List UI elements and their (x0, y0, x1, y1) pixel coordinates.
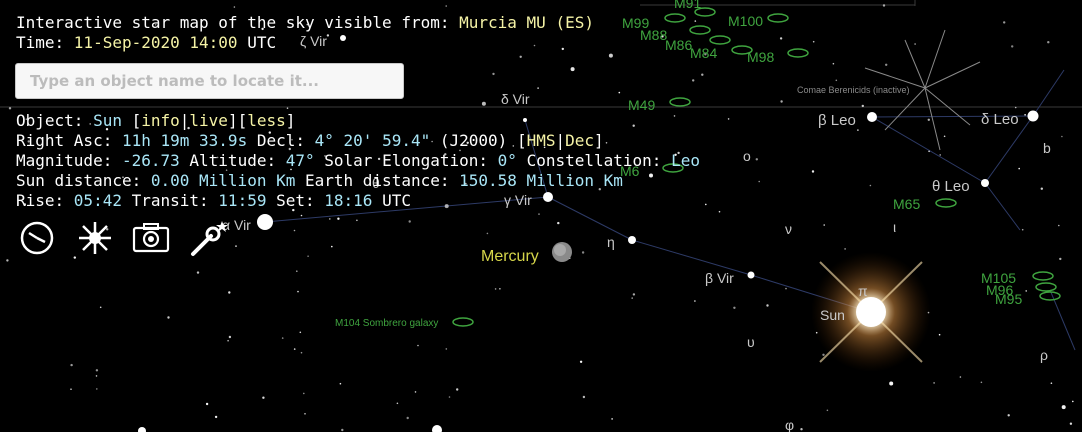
magnitude-label: Magnitude: (16, 151, 122, 170)
transit-value: 11:59 (218, 191, 267, 210)
settings-button[interactable] (187, 218, 229, 258)
set-label: Set: (266, 191, 325, 210)
decl-value: 4° 20' 59.4" (314, 131, 431, 150)
info-panel: Interactive star map of the sky visible … (0, 0, 1082, 432)
elongation-value: 0° (497, 151, 517, 170)
time-line: Time: 11-Sep-2020 14:00 UTC (16, 33, 276, 53)
magnitude-value: -26.73 (121, 151, 180, 170)
earth-distance-value: 150.58 Million Km (459, 171, 623, 190)
sun-distance-value: 0.00 Million Km (150, 171, 296, 190)
constellation-value: Leo (671, 151, 700, 170)
earth-distance-label: Earth distance: (295, 171, 460, 190)
object-name: Sun (93, 111, 122, 130)
clock-button[interactable] (16, 218, 58, 258)
object-label: Object: (16, 111, 94, 130)
rise-value: 05:42 (73, 191, 122, 210)
magnitude-line: Magnitude: -26.73 Altitude: 47° Solar El… (16, 151, 700, 171)
search-input[interactable] (15, 63, 404, 99)
title-text: Interactive star map of the sky visible … (16, 13, 460, 32)
altitude-value: 47° (285, 151, 315, 170)
less-link[interactable]: less (247, 111, 286, 130)
ra-label: Right Asc: (16, 131, 122, 150)
utc-label: UTC (372, 191, 411, 210)
hms-link[interactable]: HMS (527, 131, 556, 150)
set-value: 18:16 (324, 191, 373, 210)
sun-distance-label: Sun distance: (16, 171, 151, 190)
sky-options-button[interactable] (74, 218, 116, 258)
time-zone: UTC (237, 33, 277, 52)
time-link[interactable]: 11-Sep-2020 14:00 (74, 33, 238, 52)
decl-label: Decl: (247, 131, 315, 150)
title-line: Interactive star map of the sky visible … (16, 13, 594, 33)
altitude-label: Altitude: (179, 151, 286, 170)
camera-icon (132, 223, 170, 253)
ra-value: 11h 19m 33.9s (121, 131, 248, 150)
dec-link[interactable]: Dec (565, 131, 594, 150)
settings-wrench-icon (191, 221, 228, 256)
location-link[interactable]: Murcia MU (ES) (459, 13, 594, 32)
distance-line: Sun distance: 0.00 Million Km Earth dist… (16, 171, 623, 191)
coords-line: Right Asc: 11h 19m 33.9s Decl: 4° 20' 59… (16, 131, 604, 150)
constellation-label: Constellation: (516, 151, 672, 170)
object-line: Object: Sun [info|live][less] (16, 111, 296, 130)
rise-label: Rise: (16, 191, 74, 210)
elongation-label: Solar Elongation: (314, 151, 498, 170)
sun-burst-icon (79, 222, 111, 254)
screenshot-button[interactable] (130, 218, 172, 258)
epoch-label: (J2000) (430, 131, 517, 150)
live-link[interactable]: live (189, 111, 228, 130)
info-link[interactable]: info (141, 111, 180, 130)
rise-set-line: Rise: 05:42 Transit: 11:59 Set: 18:16 UT… (16, 191, 411, 211)
time-label: Time: (16, 33, 74, 52)
clock-icon (20, 221, 54, 255)
transit-label: Transit: (121, 191, 219, 210)
